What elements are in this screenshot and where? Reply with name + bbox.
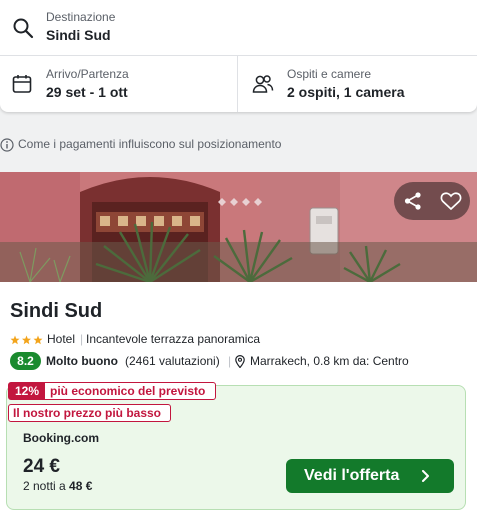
cheaper-than-expected-badge: 12% più economico del previsto <box>8 382 216 400</box>
dates-label: Arrivo/Partenza <box>46 67 129 81</box>
share-icon[interactable] <box>403 191 423 211</box>
payments-note-text: Come i pagamenti influiscono sul posizio… <box>18 137 282 151</box>
rating-score-badge: 8.2 <box>10 352 41 370</box>
search-icon <box>13 18 34 39</box>
rating-count: (2461 valutazioni) <box>125 354 220 368</box>
photo-actions <box>394 182 470 220</box>
star-rating-icon <box>10 335 43 345</box>
hotel-name[interactable]: Sindi Sud <box>10 300 102 323</box>
dates-value: 29 set - 1 ott <box>46 84 128 100</box>
guests-label: Ospiti e camere <box>287 67 372 81</box>
guests-field[interactable]: Ospiti e camere 2 ospiti, 1 camera <box>239 56 477 112</box>
location-pin-icon <box>235 355 245 368</box>
lowest-price-badge: Il nostro prezzo più basso <box>8 404 171 422</box>
calendar-icon <box>12 75 32 93</box>
destination-value: Sindi Sud <box>46 27 111 43</box>
view-deal-button[interactable]: Vedi l'offerta <box>286 459 454 493</box>
nights-summary: 2 notti a 48 € <box>23 479 92 493</box>
divider: | <box>228 354 232 368</box>
hotel-feature: Incantevole terrazza panoramica <box>86 332 261 346</box>
divider: | <box>80 332 84 346</box>
info-icon <box>0 138 14 152</box>
destination-field[interactable]: Destinazione Sindi Sud <box>0 0 477 56</box>
nights-total: 48 € <box>69 479 93 493</box>
nights-prefix: 2 notti a <box>23 479 66 493</box>
destination-label: Destinazione <box>46 10 116 24</box>
rating-label: Molto buono <box>46 354 118 368</box>
guests-icon <box>252 75 274 93</box>
deal-box[interactable]: 12% più economico del previsto Il nostro… <box>6 382 466 510</box>
hotel-type: Hotel <box>47 332 76 346</box>
dates-field[interactable]: Arrivo/Partenza 29 set - 1 ott <box>0 56 238 112</box>
hotel-result-card: Sindi Sud Hotel | Incantevole terrazza p… <box>0 172 477 516</box>
deal-price: 24 € <box>23 456 60 477</box>
cheaper-percent: 12% <box>9 383 45 399</box>
payments-ranking-info[interactable]: Come i pagamenti influiscono sul posizio… <box>0 137 477 153</box>
deal-provider: Booking.com <box>23 431 100 445</box>
hotel-photo[interactable] <box>0 172 477 282</box>
guests-value: 2 ospiti, 1 camera <box>287 84 405 100</box>
chevron-right-icon <box>422 470 429 482</box>
cheaper-text: più economico del previsto <box>50 384 206 398</box>
hotel-location: Marrakech, 0.8 km da: Centro <box>250 354 409 368</box>
search-panel: Destinazione Sindi Sud Arrivo/Partenza 2… <box>0 0 477 112</box>
view-deal-label: Vedi l'offerta <box>304 467 400 484</box>
heart-icon[interactable] <box>440 191 462 211</box>
